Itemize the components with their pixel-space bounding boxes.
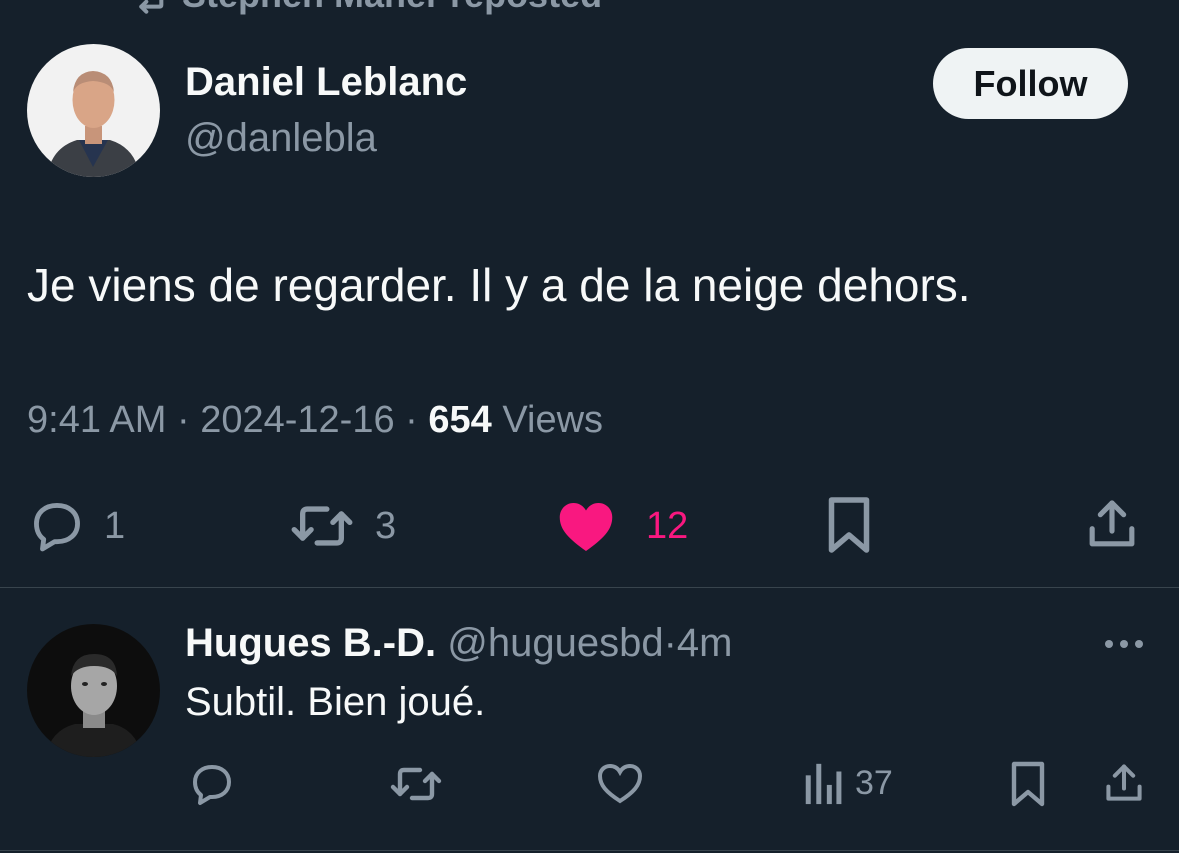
repost-banner-text: Stephen Maher reposted bbox=[182, 0, 602, 16]
reply-button[interactable]: 1 bbox=[28, 497, 125, 555]
tweet-text: Je viens de regarder. Il y a de la neige… bbox=[27, 259, 971, 311]
reply-count: 1 bbox=[104, 504, 126, 547]
reply-icon bbox=[193, 765, 231, 805]
repost-icon bbox=[390, 767, 442, 801]
reply-icon bbox=[34, 503, 80, 552]
reply-views-count: 37 bbox=[855, 763, 893, 802]
share-button[interactable] bbox=[1084, 496, 1140, 552]
reply-bookmark-button[interactable] bbox=[1008, 760, 1048, 808]
more-options-icon[interactable] bbox=[1101, 634, 1147, 654]
follow-button[interactable]: Follow bbox=[933, 48, 1128, 119]
repost-button[interactable]: 3 bbox=[287, 497, 396, 555]
meta-separator: · bbox=[405, 399, 418, 441]
bookmark-icon bbox=[1011, 761, 1045, 807]
repost-icon bbox=[139, 0, 164, 14]
reply-reply-button[interactable] bbox=[188, 760, 236, 808]
divider bbox=[0, 850, 1179, 851]
meta-separator: · bbox=[176, 399, 190, 441]
reply-time[interactable]: 4m bbox=[677, 621, 733, 665]
divider bbox=[0, 587, 1179, 588]
share-icon bbox=[1089, 500, 1135, 547]
repost-count: 3 bbox=[375, 504, 397, 547]
reply-author-handle[interactable]: @huguesbd bbox=[447, 621, 663, 665]
reply-views-button[interactable]: 37 bbox=[803, 760, 893, 806]
reply-share-button[interactable] bbox=[1102, 760, 1146, 806]
tweet-detail-view: Stephen Maher reposted Daniel Leblanc @d… bbox=[0, 0, 1179, 853]
bookmark-icon bbox=[828, 497, 870, 553]
views-count: 654 bbox=[428, 399, 492, 441]
heart-outline-icon bbox=[597, 763, 643, 804]
author-avatar[interactable] bbox=[27, 44, 160, 177]
reply-like-button[interactable] bbox=[596, 760, 644, 806]
reply-text: Subtil. Bien joué. bbox=[185, 680, 486, 724]
reply-author-avatar[interactable] bbox=[27, 624, 160, 757]
like-count: 12 bbox=[646, 504, 689, 547]
like-button[interactable]: 12 bbox=[556, 497, 688, 555]
views-label: Views bbox=[502, 399, 604, 441]
bookmark-button[interactable] bbox=[823, 495, 875, 555]
reply-author-name[interactable]: Hugues B.-D. bbox=[185, 621, 436, 665]
analytics-icon bbox=[805, 763, 842, 805]
author-name[interactable]: Daniel Leblanc bbox=[185, 60, 467, 105]
reply-separator: · bbox=[663, 621, 677, 665]
reply-repost-button[interactable] bbox=[388, 760, 444, 808]
repost-banner[interactable]: Stephen Maher reposted bbox=[128, 0, 602, 16]
share-icon bbox=[1106, 764, 1142, 801]
heart-filled-icon bbox=[559, 503, 613, 551]
tweet-meta: 9:41 AM · 2024-12-16 · 654 Views bbox=[27, 399, 603, 442]
tweet-date[interactable]: 2024-12-16 bbox=[200, 399, 394, 441]
repost-icon bbox=[291, 506, 353, 546]
tweet-time[interactable]: 9:41 AM bbox=[27, 399, 166, 441]
author-handle[interactable]: @danlebla bbox=[185, 116, 377, 161]
reply-header: Hugues B.-D. @huguesbd·4m bbox=[185, 621, 732, 666]
